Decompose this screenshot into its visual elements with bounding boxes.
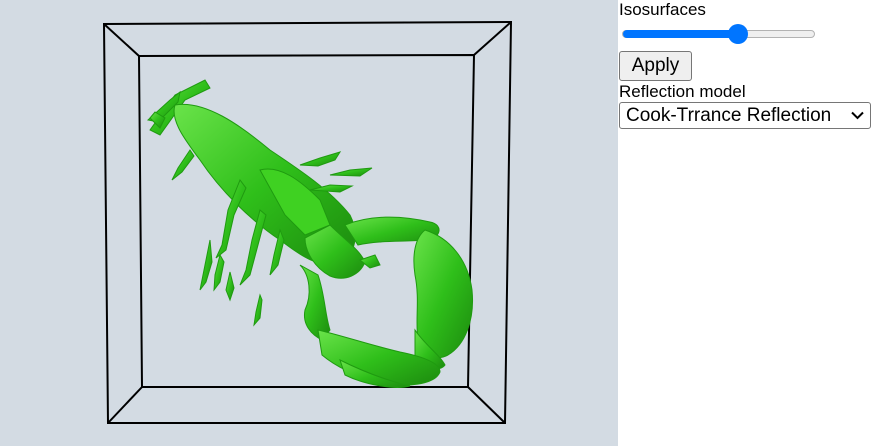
reflection-model-select[interactable]: Cook-Trrance Reflection xyxy=(619,102,871,129)
apply-button[interactable]: Apply xyxy=(619,51,692,81)
lobster-isosurface xyxy=(146,79,474,388)
reflection-model-label: Reflection model xyxy=(619,82,746,101)
slider-fill xyxy=(623,30,738,38)
isosurfaces-slider[interactable] xyxy=(622,24,815,44)
slider-thumb[interactable] xyxy=(728,24,748,44)
volume-render xyxy=(102,20,513,424)
isosurfaces-label: Isosurfaces xyxy=(619,0,706,19)
chevron-down-icon xyxy=(851,111,864,120)
control-panel: Isosurfaces Apply Reflection model Cook-… xyxy=(618,0,873,446)
render-viewport[interactable] xyxy=(0,0,618,446)
reflection-model-value: Cook-Trrance Reflection xyxy=(626,105,832,126)
